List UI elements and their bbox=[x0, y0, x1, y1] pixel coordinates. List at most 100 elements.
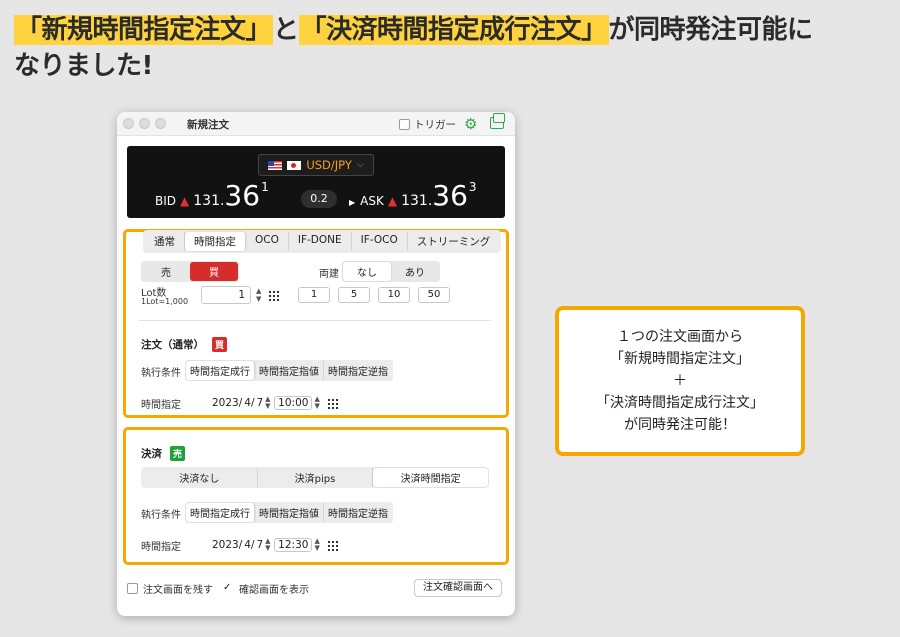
bid-price[interactable]: BID ▲ 131. 36 1 bbox=[155, 179, 269, 212]
settlement-label: 決済 bbox=[141, 448, 162, 460]
headline-line-2: なりました! bbox=[14, 51, 153, 81]
buy-sell-toggle: 売 買 bbox=[141, 261, 239, 282]
date-month[interactable]: 4/ bbox=[244, 397, 254, 409]
tab-if-done[interactable]: IF-DONE bbox=[289, 232, 352, 251]
keypad-icon[interactable] bbox=[327, 539, 339, 551]
ask-label: ASK bbox=[360, 194, 384, 208]
headline-suffix: が同時発注可能に bbox=[608, 15, 814, 45]
cond-time-limit[interactable]: 時間指定指値 bbox=[255, 361, 324, 380]
settle-date-month[interactable]: 4/ bbox=[244, 539, 254, 551]
settle-exec-condition-segment: 時間指定成行 時間指定指値 時間指定逆指 bbox=[185, 502, 393, 523]
quick-lot-10[interactable]: 10 bbox=[378, 287, 410, 303]
bid-pip: 1 bbox=[261, 180, 269, 194]
quick-lot-50[interactable]: 50 bbox=[418, 287, 450, 303]
keypad-icon[interactable] bbox=[268, 290, 279, 301]
trigger-label: トリガー bbox=[414, 119, 456, 131]
ask-pip: 3 bbox=[468, 180, 477, 194]
cond-time-stop[interactable]: 時間指定逆指 bbox=[324, 361, 392, 380]
headline-highlight-new-time-order: 「新規時間指定注文」 bbox=[14, 15, 274, 45]
callout-line-2: 「新規時間指定注文」 bbox=[610, 351, 750, 367]
buy-badge: 買 bbox=[212, 337, 228, 352]
trigger-toggle[interactable]: トリガー bbox=[399, 117, 456, 132]
zoom-window-button[interactable] bbox=[155, 118, 166, 129]
sell-button[interactable]: 売 bbox=[142, 262, 190, 281]
trigger-checkbox[interactable] bbox=[399, 119, 410, 130]
settle-time-stepper[interactable]: ▲ ▼ bbox=[314, 538, 321, 552]
time-spec-label: 時間指定 bbox=[141, 400, 181, 411]
keep-screen-checkbox[interactable] bbox=[127, 583, 138, 594]
us-flag-icon bbox=[268, 160, 283, 170]
tab-oco[interactable]: OCO bbox=[246, 232, 289, 251]
keep-screen-label: 注文画面を残す bbox=[143, 585, 213, 596]
currency-pair-label: USD/JPY bbox=[306, 158, 352, 172]
sell-badge: 売 bbox=[170, 446, 186, 461]
cond-time-market[interactable]: 時間指定成行 bbox=[186, 361, 255, 380]
currency-pair-select[interactable]: USD/JPY ⌵ bbox=[258, 154, 374, 176]
date-stepper[interactable]: ▲ ▼ bbox=[265, 396, 272, 410]
settle-cond-time-stop[interactable]: 時間指定逆指 bbox=[324, 503, 392, 522]
show-confirm-label: 確認画面を表示 bbox=[239, 585, 309, 596]
ask-prefix: 131. bbox=[401, 193, 433, 209]
order-type-tabs: 通常 時間指定 OCO IF-DONE IF-OCO ストリーミング bbox=[143, 230, 502, 253]
keep-screen-option[interactable]: 注文画面を残す bbox=[127, 581, 213, 596]
settle-exec-condition-label: 執行条件 bbox=[141, 510, 181, 521]
gear-icon[interactable]: ⚙ bbox=[464, 115, 477, 133]
keypad-icon[interactable] bbox=[327, 397, 339, 409]
price-panel: USD/JPY ⌵ BID ▲ 131. 36 1 0.2 ▶ ASK ▲ 13… bbox=[127, 146, 505, 218]
new-order-section-title: 注文（通常） 買 bbox=[141, 337, 228, 352]
order-confirm-button[interactable]: 注文確認画面へ bbox=[414, 579, 502, 597]
bid-prefix: 131. bbox=[193, 193, 225, 209]
ask-price[interactable]: ▶ ASK ▲ 131. 36 3 bbox=[349, 180, 477, 210]
lot-stepper[interactable]: ▲ ▼ bbox=[256, 287, 261, 303]
lot-input[interactable]: 1 bbox=[201, 286, 251, 304]
new-window-icon[interactable] bbox=[490, 113, 505, 129]
settle-date-picker[interactable]: 2023/ 4/ 7 ▲ ▼ 12:30 ▲ ▼ bbox=[212, 538, 339, 552]
bid-label: BID bbox=[155, 194, 177, 208]
tab-normal[interactable]: 通常 bbox=[145, 232, 185, 251]
settle-time-specified[interactable]: 決済時間指定 bbox=[373, 468, 489, 487]
spread-badge: 0.2 bbox=[301, 190, 337, 208]
bid-big-figure: 36 bbox=[224, 179, 261, 212]
time-stepper[interactable]: ▲ ▼ bbox=[314, 396, 321, 410]
play-icon: ▶ bbox=[349, 198, 356, 207]
hedge-yes-button[interactable]: あり bbox=[391, 262, 439, 281]
window-title: 新規注文 bbox=[187, 119, 229, 131]
time-input[interactable]: 10:00 bbox=[274, 396, 313, 410]
settlement-type-segment: 決済なし 決済pips 決済時間指定 bbox=[141, 467, 489, 488]
hedge-toggle: なし あり bbox=[342, 261, 440, 282]
new-order-date-picker[interactable]: 2023/ 4/ 7 ▲ ▼ 10:00 ▲ ▼ bbox=[212, 396, 339, 410]
tab-time-specified[interactable]: 時間指定 bbox=[185, 232, 246, 251]
minimize-window-button[interactable] bbox=[139, 118, 150, 129]
tab-streaming[interactable]: ストリーミング bbox=[408, 232, 500, 251]
tab-if-oco[interactable]: IF-OCO bbox=[352, 232, 408, 251]
date-year[interactable]: 2023/ bbox=[212, 397, 242, 409]
settle-time-input[interactable]: 12:30 bbox=[274, 538, 313, 552]
headline-line-1: 「新規時間指定注文」と「決済時間指定成行注文」が同時発注可能に bbox=[14, 12, 894, 48]
title-bar: 新規注文 トリガー ⚙ bbox=[117, 112, 515, 136]
exec-condition-label: 執行条件 bbox=[141, 368, 181, 379]
new-order-label: 注文（通常） bbox=[141, 339, 204, 351]
hedge-no-button[interactable]: なし bbox=[343, 262, 391, 281]
close-window-button[interactable] bbox=[123, 118, 134, 129]
exec-condition-segment: 時間指定成行 時間指定指値 時間指定逆指 bbox=[185, 360, 393, 381]
callout-line-4: 「決済時間指定成行注文」 bbox=[596, 395, 764, 411]
buy-button[interactable]: 買 bbox=[190, 262, 238, 281]
date-day[interactable]: 7 bbox=[256, 397, 263, 409]
settle-cond-time-limit[interactable]: 時間指定指値 bbox=[255, 503, 324, 522]
new-order-highlight bbox=[123, 229, 509, 418]
quick-lot-1[interactable]: 1 bbox=[298, 287, 330, 303]
settle-cond-time-market[interactable]: 時間指定成行 bbox=[186, 503, 255, 522]
callout-line-3: ＋ bbox=[673, 373, 687, 389]
headline-highlight-settle-time-order: 「決済時間指定成行注文」 bbox=[298, 15, 609, 45]
quick-lot-5[interactable]: 5 bbox=[338, 287, 370, 303]
show-confirm-checkbox[interactable]: ✓ bbox=[223, 583, 234, 594]
up-arrow-icon: ▲ bbox=[387, 194, 398, 208]
show-confirm-option[interactable]: ✓ 確認画面を表示 bbox=[223, 581, 309, 597]
settle-date-year[interactable]: 2023/ bbox=[212, 539, 242, 551]
settle-date-day[interactable]: 7 bbox=[256, 539, 263, 551]
settlement-section-title: 決済 売 bbox=[141, 446, 186, 461]
callout-line-5: が同時発注可能！ bbox=[624, 417, 736, 433]
settle-date-stepper[interactable]: ▲ ▼ bbox=[265, 538, 272, 552]
settle-none[interactable]: 決済なし bbox=[142, 468, 258, 487]
settle-pips[interactable]: 決済pips bbox=[258, 468, 374, 487]
